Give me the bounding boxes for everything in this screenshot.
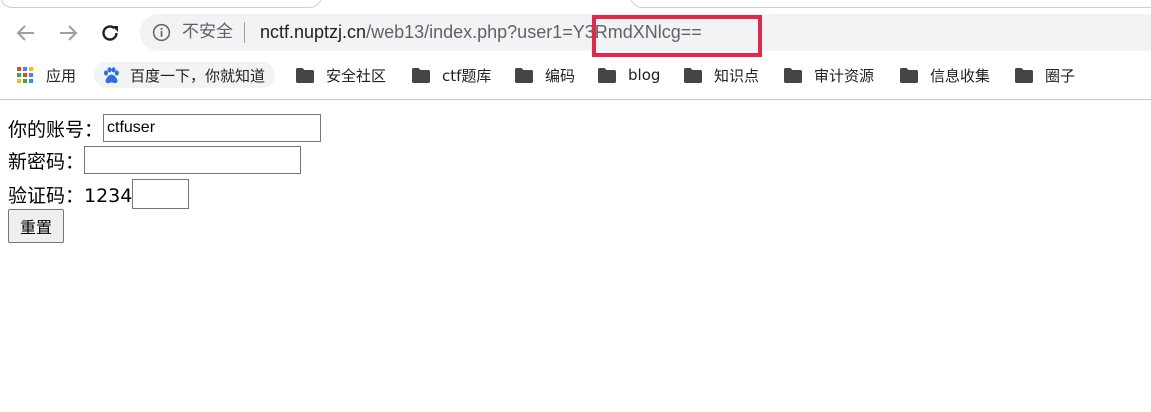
browser-tab[interactable]	[0, 0, 322, 8]
folder-icon	[900, 66, 918, 84]
apps-grid-icon	[16, 66, 34, 84]
bookmark-label: blog	[628, 66, 661, 84]
folder-icon	[515, 66, 533, 84]
new-password-row: 新密码：	[8, 146, 302, 174]
captcha-row: 验证码：1234	[8, 179, 190, 209]
security-status-label[interactable]: 不安全	[182, 22, 233, 43]
bookmark-folder[interactable]: ctf题库	[412, 62, 491, 88]
new-password-label: 新密码：	[8, 150, 85, 173]
bookmark-folder[interactable]: 知识点	[684, 62, 759, 88]
account-row: 你的账号：	[8, 114, 322, 142]
account-label: 你的账号：	[8, 118, 104, 141]
bookmark-folder[interactable]: 安全社区	[296, 62, 386, 88]
bookmark-label: 编码	[545, 66, 576, 85]
folder-icon	[296, 66, 314, 84]
bookmark-label: 信息收集	[930, 66, 991, 85]
folder-icon	[1015, 66, 1033, 84]
info-icon[interactable]	[152, 23, 171, 42]
address-separator	[244, 22, 245, 43]
highlight-annotation-box	[592, 15, 762, 57]
bookmark-label: 圈子	[1045, 66, 1076, 85]
arrow-right-icon	[60, 25, 78, 41]
account-input[interactable]	[103, 114, 322, 142]
browser-toolbar: 不安全 nctf.nuptzj.cn/web13/index.php?user1…	[0, 0, 1151, 100]
back-button[interactable]	[12, 19, 40, 47]
baidu-paw-icon	[102, 66, 120, 84]
url-host: nctf.nuptzj.cn	[260, 22, 367, 42]
bookmark-label: 审计资源	[814, 66, 875, 85]
forward-button[interactable]	[54, 19, 82, 47]
captcha-input[interactable]	[132, 179, 190, 209]
arrow-left-icon	[16, 25, 34, 41]
folder-icon	[598, 66, 616, 84]
reload-button[interactable]	[96, 19, 124, 47]
bookmark-folder[interactable]: 圈子	[1015, 62, 1075, 88]
bookmark-label: 安全社区	[326, 66, 387, 85]
folder-icon	[412, 66, 430, 84]
browser-tab[interactable]	[630, 0, 1151, 8]
reset-button[interactable]: 重置	[8, 209, 64, 243]
folder-icon	[684, 66, 702, 84]
bookmark-label: 知识点	[714, 66, 760, 85]
bookmark-label: 百度一下，你就知道	[130, 66, 266, 85]
reload-icon	[102, 25, 118, 41]
bookmark-label: ctf题库	[442, 66, 492, 85]
bookmark-baidu[interactable]: 百度一下，你就知道	[94, 62, 276, 88]
captcha-label: 验证码：1234	[8, 184, 133, 207]
bookmark-label: 应用	[46, 66, 77, 85]
new-password-input[interactable]	[84, 146, 302, 174]
bookmark-apps[interactable]: 应用	[16, 62, 76, 88]
bookmark-folder[interactable]: 编码	[515, 62, 575, 88]
bookmark-folder[interactable]: 审计资源	[784, 62, 874, 88]
bookmark-folder[interactable]: 信息收集	[900, 62, 990, 88]
folder-icon	[784, 66, 802, 84]
bookmark-folder[interactable]: blog	[598, 62, 660, 88]
